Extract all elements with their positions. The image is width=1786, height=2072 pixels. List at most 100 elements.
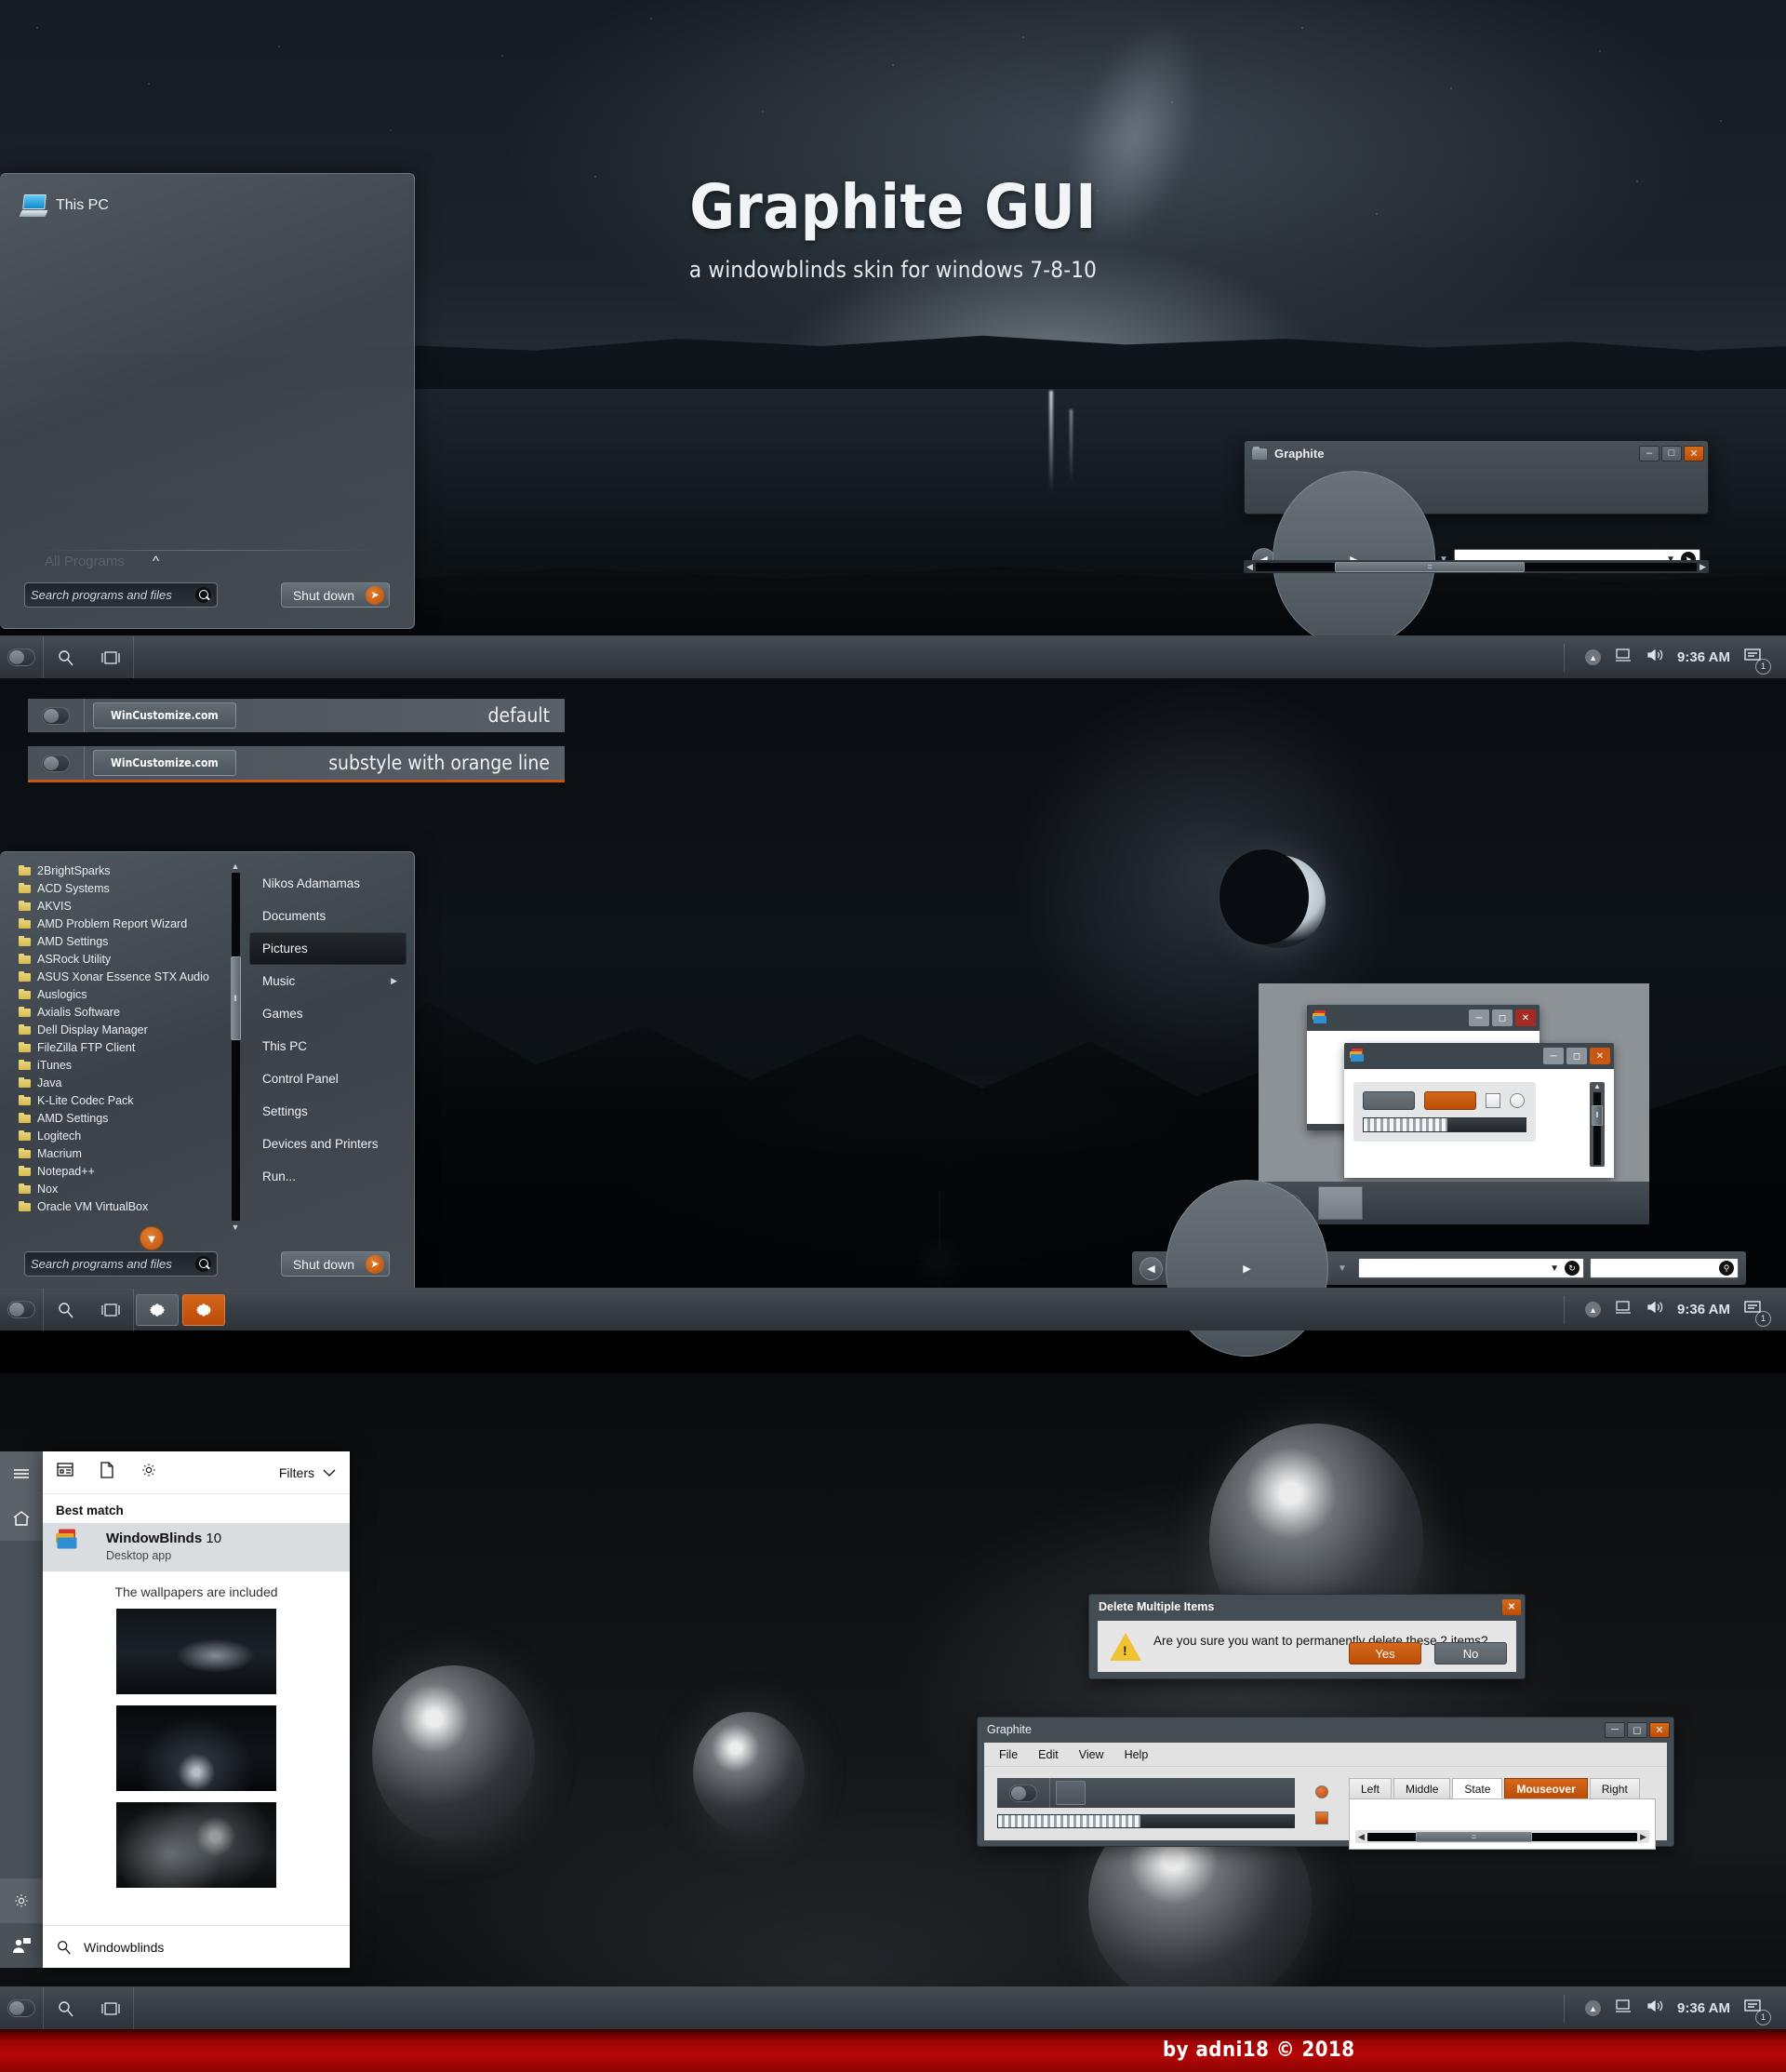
scroll-thumb[interactable]: = <box>1416 1831 1532 1842</box>
no-button[interactable]: No <box>1434 1642 1507 1664</box>
sample-toolbar[interactable] <box>997 1778 1295 1808</box>
list-item[interactable]: Pictures <box>249 932 407 965</box>
all-programs-label[interactable]: All Programs <box>45 554 125 569</box>
menu-item[interactable]: Help <box>1125 1748 1149 1761</box>
list-item[interactable]: Games <box>249 997 407 1030</box>
scroll-thumb[interactable]: = <box>1335 561 1526 572</box>
history-dropdown-icon[interactable]: ▼ <box>1338 1263 1347 1274</box>
preview-window-front[interactable]: ─ ◻ ✕ ▲ ‖ <box>1344 1043 1614 1178</box>
scroll-thumb[interactable]: ‖ <box>1592 1105 1603 1126</box>
clock[interactable]: 9:36 AM <box>1677 649 1730 665</box>
start-menu-this-pc-item[interactable]: This PC <box>19 194 109 217</box>
search-icon[interactable]: ⚲ <box>1719 1261 1734 1276</box>
action-center-icon[interactable]: 1 <box>1743 1998 1771 2025</box>
shutdown-button[interactable]: Shut down ➤ <box>280 582 390 608</box>
horizontal-scrollbar[interactable]: ◀ = ▶ <box>1244 560 1709 573</box>
taskbar-3[interactable]: ▲ 9:36 AM 1 <box>0 1986 1786 2030</box>
sample-radio[interactable] <box>1510 1093 1525 1108</box>
minimize-button[interactable]: ─ <box>1469 1009 1489 1026</box>
scroll-track[interactable]: ‖ <box>1592 1092 1603 1165</box>
tab-middle[interactable]: Middle <box>1393 1778 1451 1798</box>
scroll-track[interactable]: = <box>1366 1831 1638 1842</box>
list-item[interactable]: Java <box>9 1074 242 1091</box>
search-left-rail[interactable] <box>0 1451 43 1968</box>
radio-indicator[interactable] <box>1315 1785 1328 1798</box>
yes-button[interactable]: Yes <box>1349 1642 1421 1664</box>
clock[interactable]: 9:36 AM <box>1677 1302 1730 1317</box>
maximize-button[interactable]: □ <box>1661 445 1682 461</box>
shutdown-button[interactable]: Shut down ➤ <box>280 1251 390 1277</box>
minimize-button[interactable]: ─ <box>1543 1048 1564 1064</box>
sample-button[interactable] <box>1056 1781 1086 1805</box>
list-item[interactable]: iTunes <box>9 1056 242 1074</box>
minimize-button[interactable]: – <box>1639 445 1659 461</box>
list-item[interactable]: AKVIS <box>9 897 242 915</box>
list-item[interactable]: This PC <box>249 1030 407 1063</box>
minimize-button[interactable]: ─ <box>1605 1721 1625 1738</box>
volume-icon[interactable] <box>1646 1998 1664 2018</box>
show-hidden-icons-icon[interactable]: ▲ <box>1585 649 1602 665</box>
menu-item[interactable]: File <box>999 1748 1018 1761</box>
documents-icon[interactable] <box>99 1461 115 1484</box>
task-view-icon[interactable] <box>88 636 133 679</box>
wallpaper-thumb-moon[interactable] <box>116 1705 276 1791</box>
horizontal-scrollbar[interactable]: ◀ = ▶ <box>1355 1830 1649 1843</box>
taskbar-1[interactable]: ▲ 9:36 AM 1 <box>0 635 1786 679</box>
scroll-left-arrow[interactable]: ◀ <box>1358 1832 1365 1842</box>
list-item[interactable]: Oracle VM VirtualBox <box>9 1197 242 1215</box>
close-button[interactable]: ✕ <box>1502 1598 1521 1615</box>
search-icon[interactable] <box>44 636 88 679</box>
delete-dialog[interactable]: Delete Multiple Items ✕ Are you sure you… <box>1088 1594 1526 1679</box>
address-input[interactable]: ▼ ↻ <box>1357 1258 1584 1278</box>
list-item[interactable]: Settings <box>249 1095 407 1128</box>
graphite-app-window[interactable]: Graphite ─ ◻ ✕ File Edit View Help Left … <box>977 1717 1674 1850</box>
list-item[interactable]: Documents <box>249 900 407 932</box>
network-icon[interactable] <box>1614 1300 1633 1319</box>
wallpaper-thumb-lake[interactable] <box>116 1609 276 1694</box>
scroll-track[interactable]: = <box>1255 561 1698 572</box>
sample-checkbox[interactable] <box>1486 1093 1500 1108</box>
scroll-right-arrow[interactable]: ▶ <box>1640 1832 1646 1842</box>
close-button[interactable]: ✕ <box>1649 1721 1670 1738</box>
close-button[interactable]: ✕ <box>1590 1048 1610 1064</box>
window-titlebar[interactable]: Graphite ─ ◻ ✕ <box>978 1718 1673 1742</box>
network-icon[interactable] <box>1614 1998 1633 2018</box>
style-sample-default[interactable]: WinCustomize.com default <box>28 699 565 732</box>
back-chevron-icon[interactable]: ▼ <box>140 1226 164 1250</box>
wallpaper-thumb-bulbs[interactable] <box>116 1802 276 1888</box>
list-item[interactable]: Control Panel <box>249 1063 407 1095</box>
start-button[interactable] <box>0 1999 43 2017</box>
taskbar-button[interactable]: WinCustomize.com <box>93 750 236 776</box>
feedback-icon[interactable] <box>0 1923 43 1968</box>
list-item[interactable]: FileZilla FTP Client <box>9 1038 242 1056</box>
explorer-search-input[interactable]: ⚲ <box>1590 1258 1739 1278</box>
window-titlebar[interactable]: ─ ◻ ✕ <box>1307 1005 1539 1031</box>
list-item[interactable]: ASUS Xonar Essence STX Audio <box>9 968 242 985</box>
show-hidden-icons-icon[interactable]: ▲ <box>1585 2000 1602 2016</box>
start-orb-icon[interactable] <box>28 706 84 725</box>
action-center-icon[interactable]: 1 <box>1743 648 1771 675</box>
maximize-button[interactable]: ◻ <box>1566 1048 1587 1064</box>
settings-taskbar-button[interactable] <box>136 1293 179 1326</box>
task-view-icon[interactable] <box>88 1289 133 1331</box>
search-input[interactable]: Search programs and files <box>24 1251 218 1277</box>
list-item[interactable]: 2BrightSparks <box>9 862 242 879</box>
search-input[interactable]: Search programs and files <box>24 582 218 608</box>
list-item[interactable]: Logitech <box>9 1127 242 1144</box>
list-item[interactable]: Auslogics <box>9 985 242 1003</box>
list-item[interactable]: AMD Settings <box>9 932 242 950</box>
task-view-icon[interactable] <box>88 1987 133 2030</box>
filters-dropdown[interactable]: Filters <box>279 1465 337 1480</box>
list-item[interactable]: Devices and Printers <box>249 1128 407 1160</box>
list-item[interactable]: Music ▶ <box>249 965 407 997</box>
list-item[interactable]: Nox <box>9 1180 242 1197</box>
address-toolbar[interactable]: ◀ ▶ ▼ ▼ ↻ ⚲ <box>1132 1180 1746 1357</box>
search-input[interactable]: Windowblinds <box>43 1925 350 1968</box>
chevron-down-icon[interactable]: ▼ <box>1550 1263 1559 1274</box>
menu-item[interactable]: View <box>1079 1748 1104 1761</box>
tab-right[interactable]: Right <box>1589 1778 1640 1798</box>
explorer-window[interactable]: Graphite – □ ✕ ◀ ▶ ▼ ▼ ➤ Organize N <box>1244 440 1709 635</box>
list-item[interactable]: ACD Systems <box>9 879 242 897</box>
home-icon[interactable] <box>0 1496 43 1541</box>
sample-button-accent[interactable] <box>1424 1091 1476 1110</box>
